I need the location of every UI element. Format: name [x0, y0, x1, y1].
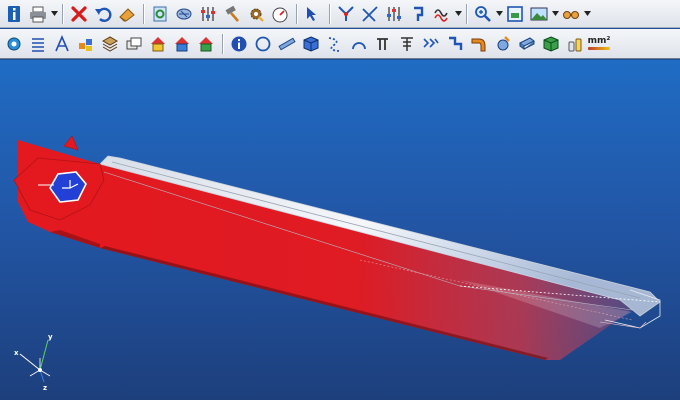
- list-icon[interactable]: [27, 33, 49, 55]
- part-side-face[interactable]: [18, 140, 632, 360]
- toolbar-separator: [143, 3, 144, 24]
- app-window: mm² x y z: [0, 0, 680, 400]
- sliders-alt-icon[interactable]: [383, 3, 405, 25]
- toolbar-separator: [222, 33, 223, 54]
- toolbar-separator: [62, 3, 63, 24]
- main-toolbar: [0, 0, 680, 28]
- modeling-toolbar: mm²: [0, 29, 680, 59]
- 3d-model[interactable]: [0, 60, 680, 400]
- plate-icon[interactable]: [516, 33, 538, 55]
- ruler-icon[interactable]: [276, 33, 298, 55]
- triad-y-label: y: [48, 333, 53, 341]
- triad-z-label: z: [43, 384, 47, 392]
- orientation-triad: x y z: [10, 330, 70, 392]
- house-green-icon[interactable]: [195, 33, 217, 55]
- spring-icon[interactable]: [420, 33, 442, 55]
- info-icon[interactable]: [3, 3, 25, 25]
- image-icon[interactable]: [528, 3, 550, 25]
- copy-icon[interactable]: [123, 33, 145, 55]
- gear-wrench-icon[interactable]: [245, 3, 267, 25]
- zoom-icon[interactable]: [472, 3, 494, 25]
- toolbar-separator: [329, 3, 330, 24]
- weld-icon[interactable]: [492, 33, 514, 55]
- line-tool-icon[interactable]: [359, 3, 381, 25]
- materials-icon[interactable]: [75, 33, 97, 55]
- t-icon[interactable]: [396, 33, 418, 55]
- dropdown-arrow-icon[interactable]: [495, 3, 503, 25]
- toolbar-separator: [466, 3, 467, 24]
- gauge-icon[interactable]: [269, 3, 291, 25]
- house-blue-icon[interactable]: [171, 33, 193, 55]
- delete-icon[interactable]: [68, 3, 90, 25]
- select-arrow-icon[interactable]: [302, 3, 324, 25]
- fit-view-icon[interactable]: [504, 3, 526, 25]
- dropdown-arrow-icon[interactable]: [454, 3, 462, 25]
- layers-icon[interactable]: [99, 33, 121, 55]
- split-icon[interactable]: [335, 3, 357, 25]
- hammer-icon[interactable]: [221, 3, 243, 25]
- cube-icon[interactable]: [300, 33, 322, 55]
- eraser-icon[interactable]: [116, 3, 138, 25]
- wave-icon[interactable]: [431, 3, 453, 25]
- house-yellow-icon[interactable]: [147, 33, 169, 55]
- sliders-icon[interactable]: [197, 3, 219, 25]
- hook-icon[interactable]: [407, 3, 429, 25]
- dropdown-arrow-icon[interactable]: [551, 3, 559, 25]
- settings-icon[interactable]: [3, 33, 25, 55]
- area-label: mm²: [587, 36, 611, 46]
- elbow-icon[interactable]: [468, 33, 490, 55]
- profile-icon[interactable]: [444, 33, 466, 55]
- dropdown-arrow-icon[interactable]: [50, 3, 58, 25]
- triad-x-label: x: [14, 349, 19, 357]
- hatch-icon[interactable]: [173, 3, 195, 25]
- bottles-icon[interactable]: [564, 33, 586, 55]
- green-cube-icon[interactable]: [540, 33, 562, 55]
- 3d-viewport[interactable]: x y z: [0, 60, 680, 400]
- regenerate-icon[interactable]: [149, 3, 171, 25]
- circle-icon[interactable]: [252, 33, 274, 55]
- undo-icon[interactable]: [92, 3, 114, 25]
- info-circle-icon[interactable]: [228, 33, 250, 55]
- area-icon[interactable]: mm²: [587, 33, 611, 55]
- dotted-curve-icon[interactable]: [324, 33, 346, 55]
- arc-icon[interactable]: [348, 33, 370, 55]
- glasses-icon[interactable]: [560, 3, 582, 25]
- print-icon[interactable]: [27, 3, 49, 25]
- toolbar-separator: [296, 3, 297, 24]
- text-a-icon[interactable]: [51, 33, 73, 55]
- snap-icon[interactable]: [372, 33, 394, 55]
- dropdown-arrow-icon[interactable]: [583, 3, 591, 25]
